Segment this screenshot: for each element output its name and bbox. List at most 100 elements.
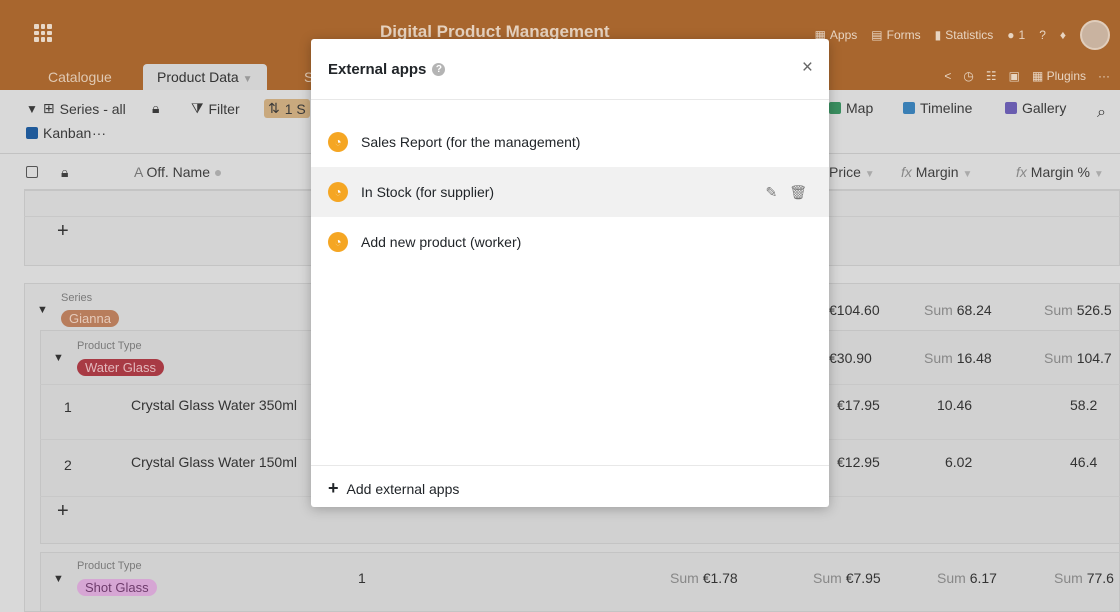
- product-type-sum-4: Sum 77.6: [1054, 570, 1114, 586]
- sum-value: €1.78: [702, 570, 738, 586]
- gallery-view-button[interactable]: Gallery: [1005, 100, 1066, 116]
- select-all-checkbox[interactable]: [26, 166, 38, 178]
- column-margin[interactable]: fx Margin ▼: [901, 164, 972, 180]
- series-margin-sum: Sum 68.24: [924, 302, 992, 318]
- row-name[interactable]: Crystal Glass Water 150ml: [131, 454, 297, 470]
- table-view-icon: ⊞: [42, 100, 55, 116]
- chevron-down-icon: ▼: [1093, 169, 1104, 180]
- add-row-button[interactable]: +: [57, 220, 69, 243]
- text-column-icon: A: [134, 164, 143, 180]
- tab-product-data[interactable]: Product Data ▼: [143, 64, 267, 90]
- external-app-label: Sales Report (for the management): [361, 134, 581, 150]
- plugins-button[interactable]: ▦ Plugins: [1032, 69, 1086, 83]
- sum-value: 77.6: [1086, 570, 1114, 586]
- lock-view-button[interactable]: 🔒︎: [152, 100, 159, 117]
- kanban-label: Kanban: [43, 125, 92, 141]
- formula-icon: fx: [901, 164, 912, 180]
- row-number: 2: [64, 457, 72, 473]
- column-off-name[interactable]: A Off. Name ●: [134, 164, 222, 180]
- trash-icon[interactable]: 🗑︎: [789, 184, 807, 201]
- more-icon[interactable]: ···: [1098, 69, 1110, 83]
- apps-label: Apps: [829, 28, 858, 42]
- dialog-footer: + Add external apps: [311, 465, 829, 507]
- view-selector[interactable]: ▼ ⊞ Series - all: [26, 100, 126, 117]
- add-external-apps-button[interactable]: + Add external apps: [328, 478, 459, 499]
- plugins-icon: ▦: [1031, 69, 1044, 83]
- collapse-product-type-icon[interactable]: ▼: [53, 573, 64, 585]
- collapse-product-type-icon[interactable]: ▼: [53, 352, 64, 364]
- app-launcher-icon[interactable]: [34, 24, 52, 42]
- more-views-button[interactable]: ···: [92, 125, 106, 141]
- lock-icon: 🔒︎: [152, 100, 160, 116]
- tab-catalogue[interactable]: Catalogue: [34, 64, 126, 90]
- external-app-item[interactable]: ◔ In Stock (for supplier) ✎ 🗑︎: [311, 167, 829, 217]
- column-price[interactable]: Price ▼: [829, 164, 875, 180]
- product-type-count: 1: [358, 570, 366, 586]
- sum-value: 16.48: [956, 350, 992, 366]
- add-row-button[interactable]: +: [57, 500, 69, 523]
- filter-button[interactable]: ⧩ Filter: [191, 100, 240, 117]
- plus-icon: +: [328, 478, 339, 498]
- collaborators-count: 1: [1018, 28, 1026, 42]
- add-external-apps-label: Add external apps: [346, 480, 460, 497]
- external-apps-dialog: External apps ? × ◔ Sales Report (for th…: [311, 39, 829, 507]
- avatar[interactable]: [1080, 20, 1110, 50]
- tab-product-data-label: Product Data: [157, 69, 239, 85]
- collaborators-button[interactable]: ● 1: [1007, 28, 1025, 42]
- collapse-series-icon[interactable]: ▼: [37, 304, 48, 316]
- row-margin-pct[interactable]: 46.4: [1070, 454, 1097, 470]
- row-name[interactable]: Crystal Glass Water 350ml: [131, 397, 297, 413]
- row-price[interactable]: €17.95: [837, 397, 880, 413]
- help-button[interactable]: ?: [1039, 28, 1046, 42]
- statistics-icon: ▮: [934, 28, 942, 42]
- map-view-button[interactable]: Map: [829, 100, 873, 116]
- series-margin-pct-sum: Sum 526.5: [1044, 302, 1112, 318]
- kanban-view-button[interactable]: Kanban: [26, 125, 91, 141]
- map-label: Map: [846, 100, 874, 116]
- bell-icon: ♦: [1059, 28, 1066, 42]
- view-name: Series - all: [59, 100, 126, 117]
- forms-button[interactable]: ▤ Forms: [871, 28, 920, 42]
- row-price[interactable]: €12.95: [837, 454, 880, 470]
- column-margin-pct[interactable]: fx Margin % ▼: [1016, 164, 1104, 180]
- row-margin[interactable]: 10.46: [937, 397, 972, 413]
- row-margin-pct[interactable]: 58.2: [1070, 397, 1097, 413]
- edit-icon[interactable]: ✎: [765, 184, 777, 201]
- tabs-right-actions: < ◷ ☷ ▣ ▦ Plugins ···: [944, 69, 1110, 83]
- statistics-button[interactable]: ▮ Statistics: [935, 28, 994, 42]
- help-icon[interactable]: ?: [432, 63, 446, 76]
- product-type-price-sum: €30.90: [829, 350, 872, 366]
- close-button[interactable]: ×: [802, 57, 813, 79]
- column-margin-pct-label: Margin %: [1030, 164, 1090, 180]
- sum-label: Sum: [924, 350, 953, 366]
- filter-icon: ⧩: [191, 100, 204, 116]
- sum-label: Sum: [1054, 570, 1083, 586]
- script-icon[interactable]: ▣: [1009, 69, 1020, 83]
- product-type-sum-1: Sum €1.78: [670, 570, 738, 586]
- column-off-name-label: Off. Name: [146, 164, 211, 180]
- timeline-view-button[interactable]: Timeline: [903, 100, 972, 116]
- dialog-header: External apps ? ×: [311, 39, 829, 100]
- search-button[interactable]: ⌕: [1097, 104, 1106, 122]
- column-price-label: Price: [829, 164, 861, 180]
- chevron-down-icon: ▼: [242, 74, 253, 85]
- row-number: 1: [64, 399, 72, 415]
- external-app-label: Add new product (worker): [361, 234, 522, 250]
- row-margin[interactable]: 6.02: [945, 454, 972, 470]
- product-type-label: Product Type: [77, 340, 142, 352]
- series-price-sum: €104.60: [829, 302, 880, 318]
- sort-button[interactable]: ⇅ 1 S: [264, 99, 310, 118]
- external-app-item[interactable]: ◔ Sales Report (for the management): [311, 117, 829, 167]
- notifications-button[interactable]: ♦: [1060, 28, 1066, 42]
- sum-label: Sum: [937, 570, 966, 586]
- question-icon: ?: [1039, 28, 1046, 42]
- external-app-label: In Stock (for supplier): [361, 184, 495, 200]
- gallery-icon: [1005, 102, 1017, 114]
- chevron-down-icon: ▼: [962, 169, 973, 180]
- forms-icon: ▤: [871, 28, 883, 42]
- product-type-sum-2: Sum €7.95: [813, 570, 881, 586]
- share-icon[interactable]: <: [944, 69, 951, 83]
- history-icon[interactable]: ◷: [963, 69, 973, 83]
- external-app-item[interactable]: ◔ Add new product (worker): [311, 217, 829, 267]
- settings-icon[interactable]: ☷: [986, 69, 997, 83]
